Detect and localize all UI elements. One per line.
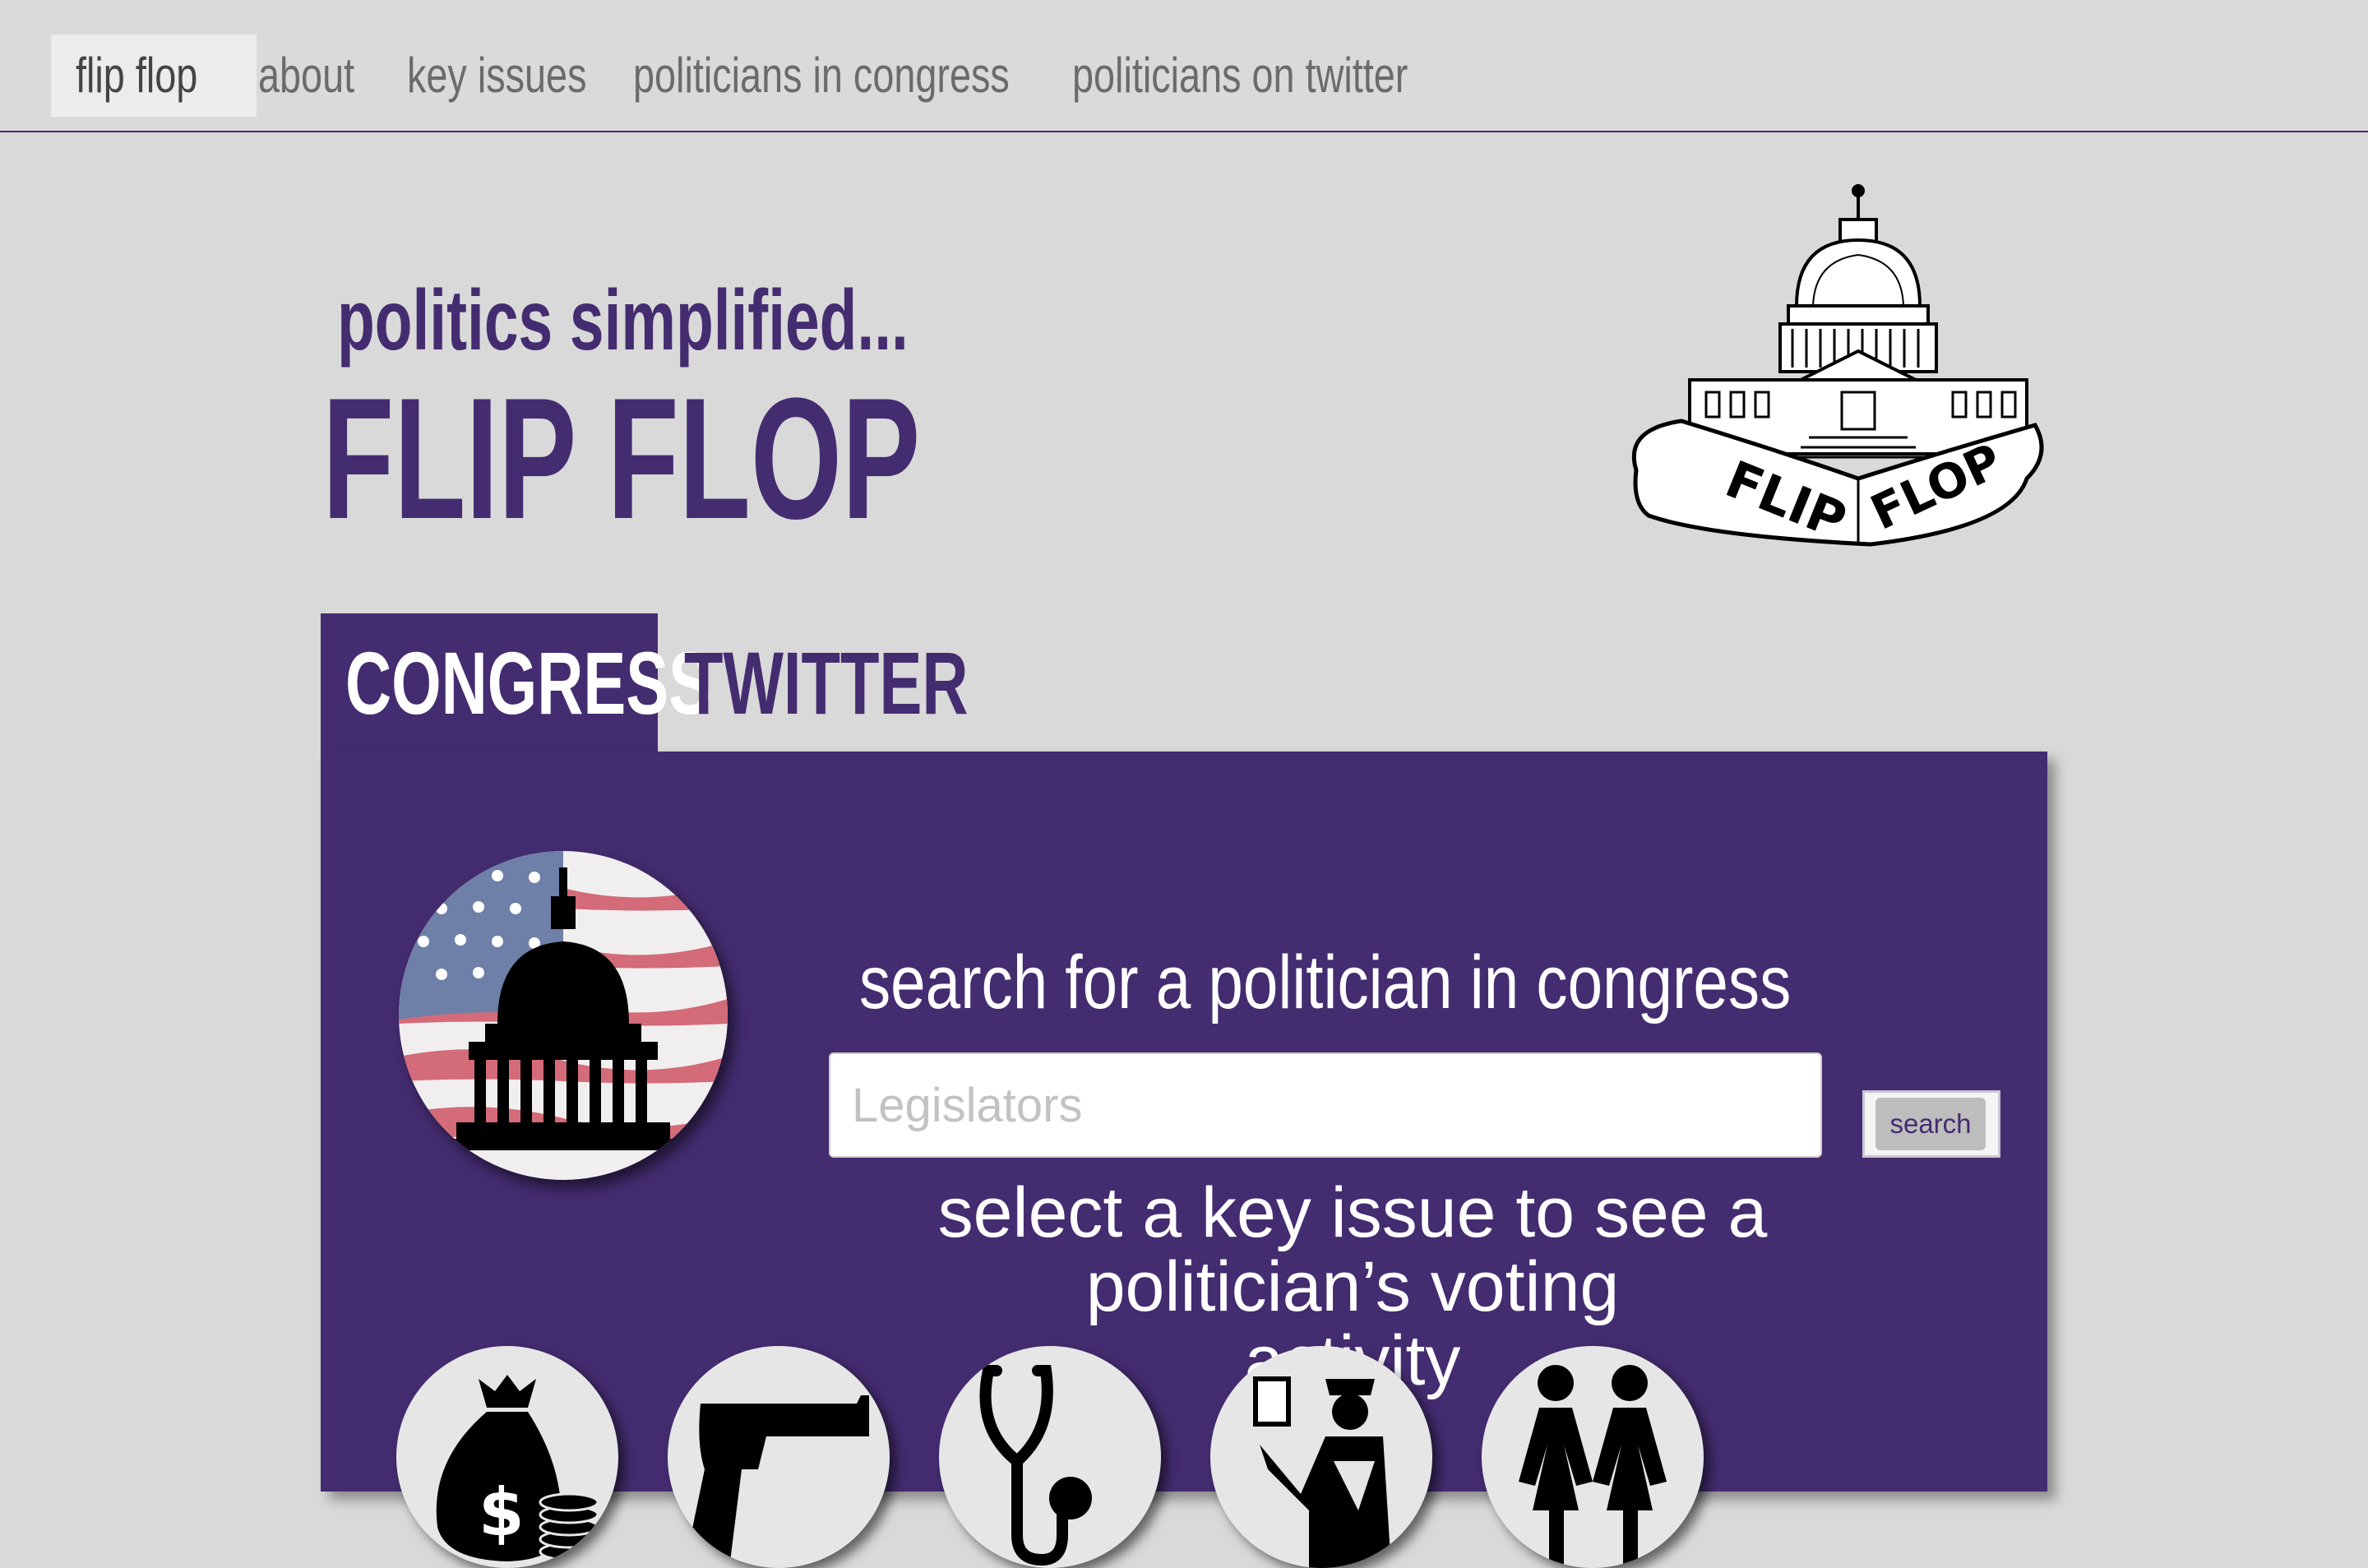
stethoscope-icon	[979, 1365, 1092, 1566]
issue-marriage-button[interactable]	[1482, 1346, 1704, 1568]
flag-capitol-icon	[399, 851, 728, 1180]
tab-twitter-label: TWITTER	[684, 633, 969, 733]
gun-icon	[684, 1395, 869, 1568]
tab-congress-label: CONGRESS	[345, 633, 712, 733]
nav-brand-link[interactable]: flip flop	[51, 35, 257, 117]
search-button[interactable]: search	[1875, 1098, 1986, 1150]
tab-congress[interactable]: CONGRESS	[321, 613, 711, 753]
money-bag-icon: $	[436, 1375, 599, 1561]
issue-healthcare-button[interactable]	[939, 1346, 1161, 1568]
issue-immigration-button[interactable]	[1210, 1346, 1432, 1568]
legislator-search-input[interactable]	[829, 1052, 1822, 1158]
flip-flop-capitol-logo: FLIP FLOP	[1631, 184, 2044, 551]
immigration-officer-icon	[1253, 1376, 1391, 1568]
svg-text:$: $	[479, 1474, 525, 1551]
nav-politicians-twitter-link[interactable]: politicians on twitter	[1072, 35, 1408, 117]
nav-key-issues-link[interactable]: key issues	[407, 35, 586, 117]
congress-flag-seal	[399, 851, 728, 1180]
top-navigation: flip flop about key issues politicians i…	[0, 0, 2368, 132]
hero-title: FLIP FLOP	[322, 362, 921, 555]
hero-tagline: politics simplified...	[337, 273, 909, 368]
tab-twitter[interactable]: TWITTER	[658, 613, 1003, 753]
nav-politicians-congress-link[interactable]: politicians in congress	[633, 35, 1010, 117]
issue-guns-button[interactable]	[668, 1346, 890, 1568]
nav-about-link[interactable]: about	[258, 35, 354, 117]
search-button-frame: search	[1862, 1090, 2000, 1158]
nav-brand-label: flip flop	[76, 48, 198, 103]
issue-economy-button[interactable]: $	[396, 1346, 618, 1568]
key-issue-heading-line1: select a key issue to see a politician’s…	[937, 1173, 1768, 1326]
couple-icon	[1519, 1365, 1667, 1568]
search-heading: search for a politician in congress	[859, 941, 1792, 1025]
